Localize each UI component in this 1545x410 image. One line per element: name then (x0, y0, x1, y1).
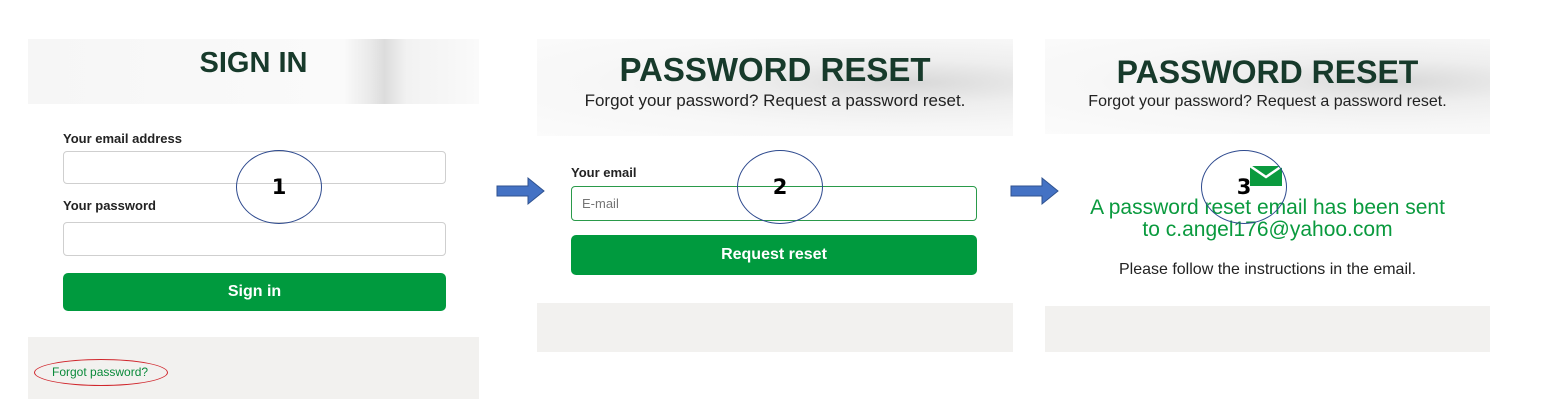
confirmation-footer (1045, 306, 1490, 352)
signin-header: SIGN IN (28, 39, 479, 104)
success-line-2: to c.angel176@yahoo.com (1142, 218, 1393, 241)
signin-footer: Forgot password? (28, 337, 479, 399)
step-2-marker: 2 (737, 150, 823, 224)
forgot-password-link[interactable]: Forgot password? (52, 365, 148, 379)
reset-footer (537, 303, 1013, 352)
request-reset-button[interactable]: Request reset (571, 235, 977, 275)
signin-panel: SIGN IN Your email address Your password… (28, 39, 479, 399)
page-title: PASSWORD RESET (619, 51, 931, 88)
signin-button[interactable]: Sign in (63, 273, 446, 311)
email-label: Your email address (63, 131, 182, 146)
reset-header: PASSWORD RESET Forgot your password? Req… (537, 39, 1013, 136)
page-subtitle: Forgot your password? Request a password… (584, 91, 966, 110)
reset-header: PASSWORD RESET Forgot your password? Req… (1045, 39, 1490, 134)
reset-request-panel: PASSWORD RESET Forgot your password? Req… (537, 39, 1013, 352)
password-label: Your password (63, 198, 156, 213)
reset-confirmation-panel: PASSWORD RESET Forgot your password? Req… (1045, 39, 1490, 352)
password-field[interactable] (63, 222, 446, 256)
page-title: SIGN IN (199, 47, 308, 79)
page-subtitle: Forgot your password? Request a password… (1088, 93, 1447, 110)
step-1-marker: 1 (236, 150, 322, 224)
page-title: PASSWORD RESET (1116, 54, 1419, 90)
step-3-marker: 3 (1201, 150, 1287, 224)
instructions-text: Please follow the instructions in the em… (1118, 261, 1417, 278)
email-label: Your email (571, 165, 637, 180)
